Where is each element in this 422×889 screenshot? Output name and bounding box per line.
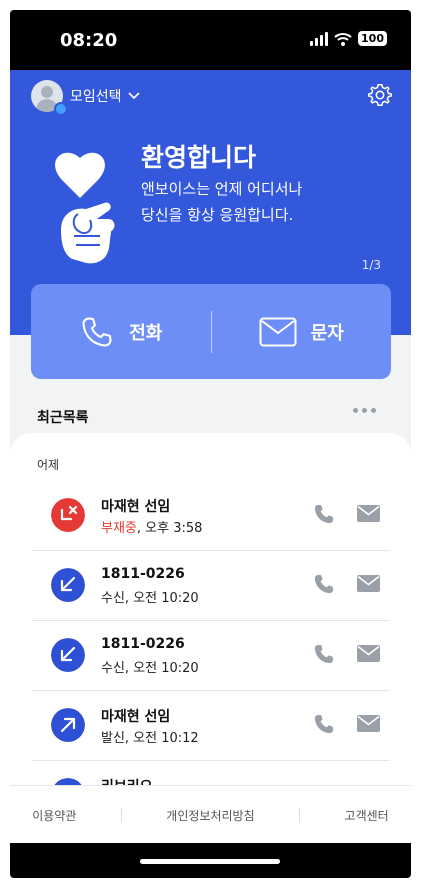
call-status: 수신 xyxy=(101,591,125,606)
contact-name: 1811-0226 xyxy=(101,566,185,582)
banner-subtitle-line1: 앤보이스는 언제 어디서나 xyxy=(141,180,303,198)
banner-title: 환영합니다 xyxy=(141,143,257,172)
status-bar: 08:20 100 xyxy=(10,10,411,70)
contact-name: 마재현 선임 xyxy=(101,499,171,515)
phone-icon[interactable] xyxy=(313,713,335,735)
call-button-label: 전화 xyxy=(129,322,163,344)
incoming-call-icon xyxy=(51,568,85,602)
message-button[interactable]: 문자 xyxy=(212,284,392,379)
battery-icon: 100 xyxy=(358,31,387,46)
status-icons: 100 xyxy=(310,31,387,46)
call-status: 수신 xyxy=(101,661,125,676)
call-meta: 부재중, 오후 3:58 xyxy=(101,517,202,536)
phone-frame: 08:20 100 모임선택 환영합니다 앤보이스는 언제 어디서나 당신을 항… xyxy=(10,10,411,878)
phone-icon[interactable] xyxy=(313,573,335,595)
recent-list-sheet: 어제 마재현 선임 부재중, 오후 3:58 1811-0226 수신, 오전 … xyxy=(10,433,411,793)
missed-call-icon xyxy=(51,498,85,532)
chevron-down-icon xyxy=(127,92,140,100)
message-button-label: 문자 xyxy=(310,322,344,344)
recent-list-title: 최근목록 xyxy=(37,410,89,426)
finger-heart-illustration xyxy=(55,152,117,266)
call-meta: 수신, 오전 10:20 xyxy=(101,657,199,676)
quick-actions-card: 전화 문자 xyxy=(31,284,391,379)
call-meta: 발신, 오전 10:12 xyxy=(101,727,199,746)
list-item[interactable]: 마재현 선임 부재중, 오후 3:58 xyxy=(32,480,389,551)
contact-name: 1811-0226 xyxy=(101,636,185,652)
envelope-icon[interactable] xyxy=(357,575,380,592)
banner-subtitle: 앤보이스는 언제 어디서나 당신을 항상 응원합니다. xyxy=(141,176,381,228)
avatar-status-dot xyxy=(54,102,68,116)
footer-links: 이용약관 개인정보처리방침 고객센터 xyxy=(10,785,411,844)
call-status: 부재중 xyxy=(101,521,137,536)
list-item[interactable]: 1811-0226 수신, 오전 10:20 xyxy=(32,550,389,621)
banner-subtitle-line2: 당신을 항상 응원합니다. xyxy=(141,206,294,224)
banner-page-indicator: 1/3 xyxy=(361,258,381,272)
phone-icon[interactable] xyxy=(313,503,335,525)
call-time: , 오전 10:12 xyxy=(124,731,199,746)
home-indicator-bar xyxy=(10,843,411,878)
call-time: , 오전 10:20 xyxy=(124,661,199,676)
phone-icon xyxy=(82,316,112,347)
list-item[interactable]: 마재현 선임 발신, 오전 10:12 xyxy=(32,690,389,761)
call-status: 발신 xyxy=(101,731,125,746)
group-select-label: 모임선택 xyxy=(70,89,122,105)
outgoing-call-icon xyxy=(51,708,85,742)
call-button[interactable]: 전화 xyxy=(31,284,211,379)
terms-link[interactable]: 이용약관 xyxy=(32,807,76,824)
call-meta: 수신, 오전 10:20 xyxy=(101,587,199,606)
footer-divider xyxy=(120,808,122,822)
privacy-link[interactable]: 개인정보처리방침 xyxy=(166,807,254,824)
footer-divider xyxy=(299,808,301,822)
contact-name: 마재현 선임 xyxy=(101,709,171,725)
wifi-icon xyxy=(334,32,352,46)
day-label: 어제 xyxy=(37,458,60,472)
call-time: , 오후 3:58 xyxy=(136,521,203,536)
support-link[interactable]: 고객센터 xyxy=(345,807,389,824)
call-time: , 오전 10:20 xyxy=(124,591,199,606)
group-select-dropdown[interactable]: 모임선택 xyxy=(70,86,140,106)
envelope-icon[interactable] xyxy=(357,505,380,522)
signal-icon xyxy=(310,31,329,46)
envelope-icon[interactable] xyxy=(357,715,380,732)
app-screen: 08:20 100 모임선택 환영합니다 앤보이스는 언제 어디서나 당신을 항… xyxy=(10,10,411,878)
home-indicator[interactable] xyxy=(140,859,280,864)
incoming-call-icon xyxy=(51,638,85,672)
status-time: 08:20 xyxy=(60,30,118,51)
envelope-icon xyxy=(259,317,297,346)
list-item[interactable]: 1811-0226 수신, 오전 10:20 xyxy=(32,620,389,691)
envelope-icon[interactable] xyxy=(357,645,380,662)
gear-icon[interactable] xyxy=(367,82,393,108)
phone-icon[interactable] xyxy=(313,643,335,665)
more-options-icon[interactable] xyxy=(353,408,376,413)
